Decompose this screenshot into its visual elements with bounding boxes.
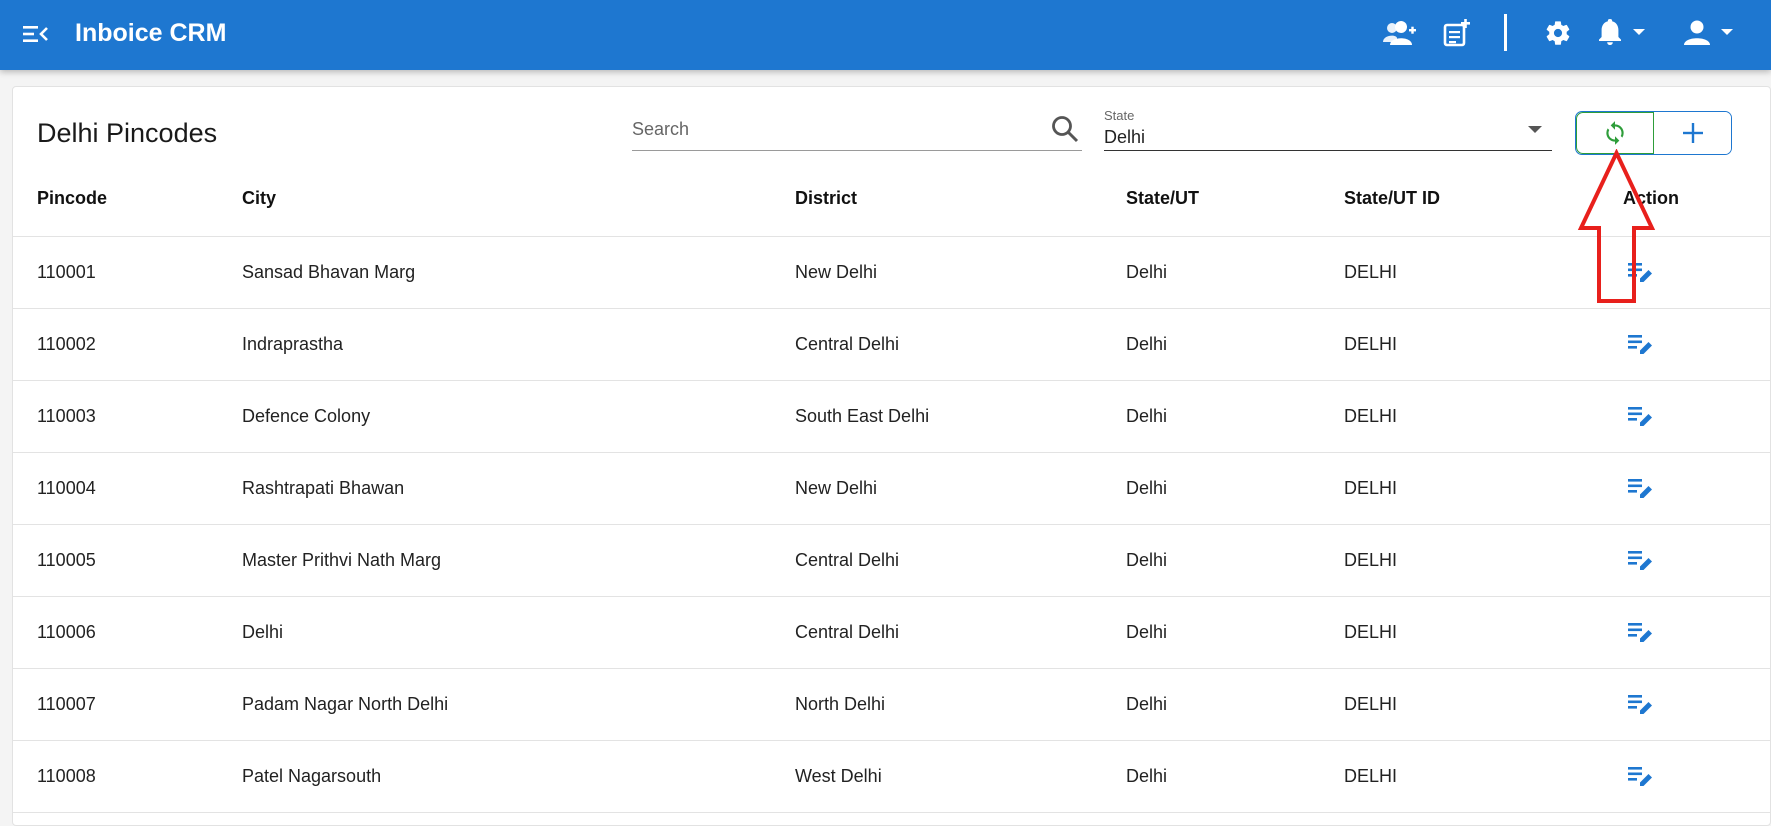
search-icon[interactable] <box>1050 114 1080 144</box>
search-field[interactable] <box>632 108 1082 151</box>
district-cell: North Delhi <box>795 668 1126 741</box>
city-cell: Rashtrapati Bhawan <box>242 452 795 525</box>
table-row: 110005 Master Prithvi Nath Marg Central De… <box>13 524 1770 597</box>
pincode-cell: 110002 <box>13 308 242 381</box>
state-cell: Delhi <box>1126 740 1344 813</box>
district-cell: Central Delhi <box>795 524 1126 597</box>
table-row: 110001 Sansad Bhavan Marg New Delhi Delhi DE… <box>13 236 1770 309</box>
state-cell: Delhi <box>1126 380 1344 453</box>
edit-icon[interactable] <box>1626 762 1654 790</box>
state-cell: Delhi <box>1126 236 1344 309</box>
state-id-cell: DELHI <box>1344 380 1601 453</box>
state-cell: Delhi <box>1126 452 1344 525</box>
action-cell <box>1601 308 1770 381</box>
district-cell: New Delhi <box>795 452 1126 525</box>
edit-icon[interactable] <box>1626 618 1654 646</box>
city-cell: Defence Colony <box>242 380 795 453</box>
district-cell: Central Delhi <box>795 596 1126 669</box>
pincode-cell: 110001 <box>13 236 242 309</box>
app-bar: Inboice CRM <box>0 0 1771 70</box>
table-row: 110003 Defence Colony South East Delhi Delh… <box>13 380 1770 453</box>
district-cell: South East Delhi <box>795 380 1126 453</box>
state-select-label: State <box>1104 108 1135 123</box>
action-cell <box>1601 380 1770 453</box>
table-row: 110008 Patel Nagarsouth West Delhi Delhi DEL… <box>13 740 1770 813</box>
column-header-district[interactable]: District <box>795 162 1126 237</box>
column-header-pincode[interactable]: Pincode <box>13 162 242 237</box>
edit-icon[interactable] <box>1626 402 1654 430</box>
state-id-cell: DELHI <box>1344 308 1601 381</box>
action-cell <box>1601 236 1770 309</box>
column-header-city[interactable]: City <box>242 162 795 237</box>
pincode-cell: 110005 <box>13 524 242 597</box>
action-button-group <box>1575 111 1732 155</box>
city-cell: Master Prithvi Nath Marg <box>242 524 795 597</box>
menu-collapse-icon[interactable] <box>22 20 50 48</box>
action-cell <box>1601 524 1770 597</box>
state-id-cell: DELHI <box>1344 524 1601 597</box>
pincode-cell: 110006 <box>13 596 242 669</box>
table-row: 110007 Padam Nagar North Delhi North Delhi… <box>13 668 1770 741</box>
sync-icon <box>1606 121 1624 145</box>
table-row: 110006 Delhi Central Delhi Delhi DELHI <box>13 596 1770 669</box>
district-cell: West Delhi <box>795 740 1126 813</box>
table-body: 110001 Sansad Bhavan Marg New Delhi Delhi DE… <box>13 236 1770 813</box>
edit-icon[interactable] <box>1626 258 1654 286</box>
state-cell: Delhi <box>1126 668 1344 741</box>
city-cell: Sansad Bhavan Marg <box>242 236 795 309</box>
state-cell: Delhi <box>1126 308 1344 381</box>
add-user-icon[interactable] <box>1382 15 1416 51</box>
gear-icon[interactable] <box>1543 15 1573 51</box>
sync-button[interactable] <box>1576 112 1654 154</box>
plus-icon <box>1682 123 1703 143</box>
bell-icon[interactable] <box>1598 15 1646 51</box>
city-cell: Indraprastha <box>242 308 795 381</box>
district-cell: New Delhi <box>795 236 1126 309</box>
table-header-row: Pincode City District State/UT State/UT … <box>13 162 1770 237</box>
state-id-cell: DELHI <box>1344 596 1601 669</box>
table-row: 110002 Indraprastha Central Delhi Delhi DELH… <box>13 308 1770 381</box>
action-cell <box>1601 452 1770 525</box>
state-cell: Delhi <box>1126 596 1344 669</box>
pincodes-card: Delhi Pincodes State Delhi Pincode City … <box>12 86 1771 826</box>
city-cell: Delhi <box>242 596 795 669</box>
edit-icon[interactable] <box>1626 330 1654 358</box>
district-cell: Central Delhi <box>795 308 1126 381</box>
edit-icon[interactable] <box>1626 546 1654 574</box>
user-icon[interactable] <box>1684 15 1734 51</box>
state-id-cell: DELHI <box>1344 452 1601 525</box>
column-header-action-label: Action <box>1623 188 1679 209</box>
action-cell <box>1601 740 1770 813</box>
state-id-cell: DELHI <box>1344 668 1601 741</box>
city-cell: Patel Nagarsouth <box>242 740 795 813</box>
column-header-action: Action <box>1601 162 1770 237</box>
add-note-icon[interactable] <box>1442 15 1472 51</box>
state-id-cell: DELHI <box>1344 740 1601 813</box>
column-header-state-id[interactable]: State/UT ID <box>1344 162 1601 237</box>
add-button[interactable] <box>1654 112 1731 154</box>
state-select-value: Delhi <box>1104 127 1146 147</box>
pincode-cell: 110008 <box>13 740 242 813</box>
edit-icon[interactable] <box>1626 690 1654 718</box>
edit-icon[interactable] <box>1626 474 1654 502</box>
state-select[interactable]: State Delhi <box>1104 108 1552 151</box>
app-title: Inboice CRM <box>75 19 227 47</box>
header-divider <box>1504 14 1507 51</box>
column-header-state[interactable]: State/UT <box>1126 162 1344 237</box>
pincode-cell: 110003 <box>13 380 242 453</box>
search-input[interactable] <box>632 114 1032 144</box>
state-cell: Delhi <box>1126 524 1344 597</box>
action-cell <box>1601 668 1770 741</box>
state-id-cell: DELHI <box>1344 236 1601 309</box>
action-cell <box>1601 596 1770 669</box>
chevron-down-icon <box>1528 126 1542 133</box>
pincodes-table: Pincode City District State/UT State/UT … <box>13 162 1770 813</box>
city-cell: Padam Nagar North Delhi <box>242 668 795 741</box>
pincode-cell: 110007 <box>13 668 242 741</box>
table-row: 110004 Rashtrapati Bhawan New Delhi Delhi DE… <box>13 452 1770 525</box>
page-title: Delhi Pincodes <box>37 118 218 148</box>
pincode-cell: 110004 <box>13 452 242 525</box>
